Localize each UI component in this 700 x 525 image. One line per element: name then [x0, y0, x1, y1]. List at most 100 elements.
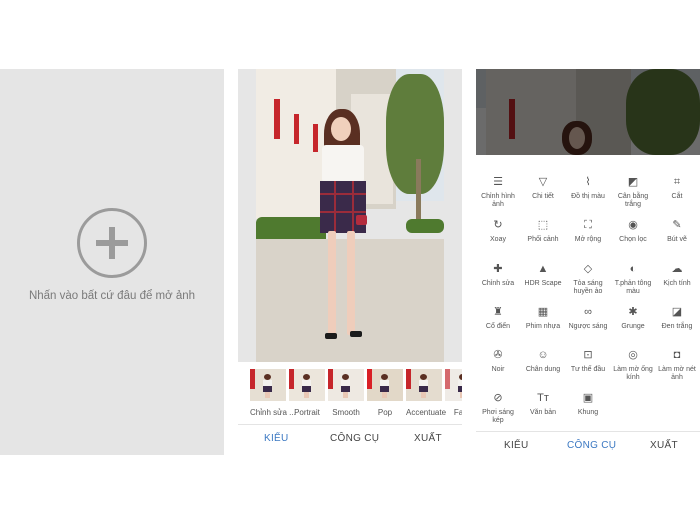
tool-label: Tỏa sáng huyền ảo — [573, 280, 603, 295]
tool-item[interactable]: ◪ Đen trắng — [655, 306, 699, 331]
tool-item[interactable]: ♜ Cổ điển — [476, 306, 520, 331]
brush-icon: ✎ — [672, 219, 682, 231]
filter-item[interactable]: Portrait — [289, 369, 325, 417]
retrolux-icon: ∞ — [584, 306, 592, 318]
filter-item[interactable]: Chỉnh sửa ... — [250, 369, 296, 417]
tool-label: Grunge — [621, 323, 645, 330]
tool-label: Đen trắng — [661, 323, 693, 330]
filter-thumbnail — [367, 369, 403, 401]
tool-item[interactable]: ✇ Noir — [476, 349, 520, 374]
tool-label: Làm mờ ống kính — [613, 366, 653, 381]
tab-export[interactable]: XUẤT — [650, 440, 678, 451]
tool-label: Mở rộng — [574, 236, 602, 243]
tool-label: Noir — [491, 366, 505, 373]
tool-label: Ngược sáng — [568, 323, 608, 330]
tool-item[interactable]: ✚ Chỉnh sửa — [476, 263, 520, 288]
tool-label: Cắt — [671, 193, 683, 200]
white-balance-icon: ◩ — [627, 176, 639, 188]
tool-item[interactable]: ⌇ Đồ thị màu — [566, 176, 610, 201]
expand-icon: ⛶ — [584, 219, 592, 231]
curves-icon: ⌇ — [585, 176, 591, 188]
tool-item[interactable]: ☺ Chân dung — [521, 349, 565, 374]
open-photo-screen[interactable]: Nhấn vào bất cứ đâu để mở ảnh — [0, 69, 224, 455]
tool-label: Văn bản — [529, 409, 557, 416]
tool-item[interactable]: ⬚ Phối cảnh — [521, 219, 565, 244]
head-pose-icon: ⊡ — [583, 349, 593, 361]
filter-thumbnail — [445, 369, 462, 401]
tool-item[interactable]: ▣ Khung — [566, 392, 610, 417]
tool-item[interactable]: ◩ Cân bằng trắng — [611, 176, 655, 209]
tool-item[interactable]: ◎ Làm mờ ống kính — [611, 349, 655, 382]
tool-item[interactable]: ⊘ Phơi sáng kép — [476, 392, 520, 425]
tool-item[interactable]: ↻ Xoay — [476, 219, 520, 244]
tool-label: Chân dung — [525, 366, 561, 373]
filter-label: Accentuate — [406, 408, 447, 417]
filter-label: Portrait — [294, 408, 320, 417]
styles-screen: Chỉnh sửa ... Portrait Smooth Pop Accent… — [238, 69, 462, 455]
tool-item[interactable]: ⛶ Mở rộng — [566, 219, 610, 244]
tool-item[interactable]: Tт Văn bản — [521, 392, 565, 417]
tool-item[interactable]: ✎ Bút vẽ — [655, 219, 699, 244]
tool-label: Khung — [577, 409, 599, 416]
tool-item[interactable]: ☁ Kịch tính — [655, 263, 699, 288]
healing-icon: ✚ — [493, 263, 503, 275]
hdr-icon: ▲ — [537, 263, 549, 275]
tool-label: Bút vẽ — [667, 236, 687, 243]
grainy-film-icon: ▦ — [537, 306, 549, 318]
tool-label: Kịch tính — [663, 280, 691, 287]
filter-thumbnail — [328, 369, 364, 401]
add-photo-icon[interactable] — [77, 208, 147, 278]
filter-item[interactable]: Smooth — [328, 369, 364, 417]
filter-item[interactable]: Pop — [367, 369, 403, 417]
filter-thumbnail — [406, 369, 442, 401]
details-icon: ▽ — [538, 176, 548, 188]
noir-icon: ✇ — [493, 349, 503, 361]
tab-tools[interactable]: CÔNG CỤ — [330, 433, 379, 444]
tool-label: Phối cảnh — [527, 236, 559, 243]
tool-item[interactable]: ▦ Phim nhựa — [521, 306, 565, 331]
tool-item[interactable]: ▲ HDR Scape — [521, 263, 565, 288]
tool-item[interactable]: ▽ Chi tiết — [521, 176, 565, 201]
drama-icon: ☁ — [671, 263, 683, 275]
filter-label: Smooth — [332, 408, 360, 417]
glamour-glow-icon: ◇ — [583, 263, 593, 275]
rotate-icon: ↻ — [493, 219, 503, 231]
black-white-icon: ◪ — [671, 306, 683, 318]
tool-item[interactable]: ◘ Làm mờ nét ảnh — [655, 349, 699, 382]
tool-label: T.phản tông màu — [614, 280, 652, 295]
tool-label: Làm mờ nét ảnh — [658, 366, 696, 381]
filter-label: Pop — [377, 408, 393, 417]
grunge-icon: ✱ — [628, 306, 638, 318]
filter-thumbnail — [250, 369, 286, 401]
filter-thumbnail — [289, 369, 325, 401]
tool-item[interactable]: ◇ Tỏa sáng huyền ảo — [566, 263, 610, 296]
filter-item[interactable]: Accentuate — [406, 369, 447, 417]
tool-item[interactable]: ✱ Grunge — [611, 306, 655, 331]
vintage-icon: ♜ — [493, 306, 503, 318]
tool-label: Tư thế đầu — [570, 366, 606, 373]
lens-blur-icon: ◎ — [628, 349, 638, 361]
tool-item[interactable]: ◐ T.phản tông màu — [611, 263, 655, 296]
tonal-contrast-icon: ◐ — [629, 263, 637, 275]
bottom-tab-bar: KIỂU CÔNG CỤ XUẤT — [476, 431, 700, 455]
tool-item[interactable]: ◉ Chọn lọc — [611, 219, 655, 244]
edited-photo[interactable] — [256, 69, 444, 362]
tool-label: Đồ thị màu — [571, 193, 605, 200]
tab-styles[interactable]: KIỂU — [264, 433, 289, 444]
text-icon: Tт — [537, 392, 549, 404]
tune-icon: ☰ — [493, 176, 503, 188]
filter-item[interactable]: Fade — [445, 369, 462, 417]
selective-icon: ◉ — [628, 219, 638, 231]
tab-styles[interactable]: KIỂU — [504, 440, 529, 451]
tool-item[interactable]: ⊡ Tư thế đầu — [566, 349, 610, 374]
tool-item[interactable]: ☰ Chỉnh hình ảnh — [476, 176, 520, 209]
tool-label: Chi tiết — [532, 193, 554, 200]
crop-icon: ⌗ — [673, 176, 681, 188]
tool-label: Chọn lọc — [619, 236, 647, 243]
tab-tools[interactable]: CÔNG CỤ — [567, 440, 616, 451]
tab-export[interactable]: XUẤT — [414, 433, 442, 444]
tool-label: Phim nhựa — [525, 323, 561, 330]
tool-item[interactable]: ∞ Ngược sáng — [566, 306, 610, 331]
portrait-icon: ☺ — [537, 349, 549, 361]
tool-item[interactable]: ⌗ Cắt — [655, 176, 699, 201]
